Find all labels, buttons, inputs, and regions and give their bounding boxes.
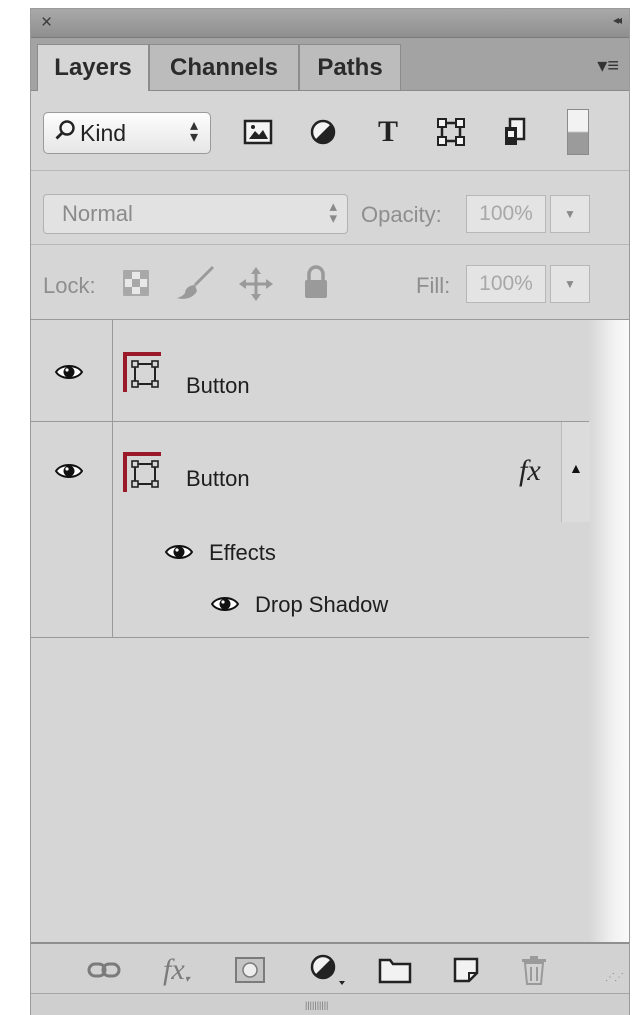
new-group-icon[interactable] xyxy=(378,953,412,987)
add-mask-icon[interactable] xyxy=(235,953,265,987)
layer-row[interactable]: Button fx ▲ Effects Drop Shadow xyxy=(31,422,590,638)
add-layer-style-icon[interactable]: fx ▾ xyxy=(163,953,190,987)
eye-icon[interactable] xyxy=(55,363,83,381)
layers-bottom-toolbar: fx ▾ ⋰⋰ xyxy=(31,942,629,994)
lock-label: Lock: xyxy=(43,273,96,298)
panel-resize-grip[interactable]: |||||||||| xyxy=(31,994,629,1015)
lock-position-icon[interactable] xyxy=(239,267,273,306)
shape-layer-thumbnail-icon xyxy=(123,352,161,392)
lock-all-icon[interactable] xyxy=(303,265,329,304)
layers-list: Button Button fx ▲ Effects Drop Shadow xyxy=(31,320,629,942)
smart-object-filter-icon[interactable] xyxy=(499,115,533,149)
layers-scrollbar[interactable] xyxy=(589,320,629,942)
blend-row: Normal ▴ ▾ Opacity: 100% ▼ xyxy=(31,171,629,245)
layer-visibility-cell xyxy=(31,320,113,421)
blend-mode-label: Normal xyxy=(62,201,133,226)
tab-layers[interactable]: Layers xyxy=(37,44,149,91)
eye-icon[interactable] xyxy=(211,595,239,613)
search-icon xyxy=(54,119,76,147)
collapse-arrow-icon: ▲ xyxy=(569,460,583,476)
effects-expander-button[interactable]: ▲ xyxy=(561,422,590,522)
lock-transparent-pixels-icon[interactable] xyxy=(123,270,149,301)
new-adjustment-layer-icon[interactable] xyxy=(309,953,347,987)
panel-tabs: Layers Channels Paths ▾≡ xyxy=(31,38,629,91)
select-arrows-icon: ▴ ▾ xyxy=(329,198,337,227)
blend-mode-select[interactable]: Normal ▴ ▾ xyxy=(43,194,348,234)
layer-visibility-cell xyxy=(31,422,113,637)
panel-titlebar: × ◂◂ xyxy=(31,9,629,38)
link-layers-icon[interactable] xyxy=(87,953,121,987)
close-icon[interactable]: × xyxy=(41,12,52,34)
layer-effects-icon[interactable]: fx xyxy=(519,454,541,488)
layer-name: Button xyxy=(186,466,250,491)
shape-layer-filter-icon[interactable] xyxy=(434,115,468,149)
resize-corner-icon[interactable]: ⋰⋰ xyxy=(605,970,624,984)
fill-dropdown-button[interactable]: ▼ xyxy=(550,265,590,303)
filter-toggle-switch[interactable] xyxy=(567,109,589,155)
delete-layer-icon[interactable] xyxy=(521,953,547,987)
eye-icon[interactable] xyxy=(165,543,193,561)
panel-menu-icon[interactable]: ▾≡ xyxy=(597,53,619,78)
lock-image-pixels-icon[interactable] xyxy=(175,265,215,306)
collapse-icon[interactable]: ◂◂ xyxy=(613,13,622,27)
new-layer-icon[interactable] xyxy=(452,953,480,987)
tab-paths[interactable]: Paths xyxy=(299,44,401,90)
effects-label: Effects xyxy=(209,540,276,565)
fill-field[interactable]: 100% xyxy=(466,265,546,303)
fill-label: Fill: xyxy=(416,273,451,298)
filter-row: Kind ▴ ▾ T xyxy=(31,91,629,171)
pixel-layer-filter-icon[interactable] xyxy=(241,115,275,149)
opacity-field[interactable]: 100% xyxy=(466,195,546,233)
layer-name: Button xyxy=(186,373,250,398)
lock-row: Lock: Fill: 100% ▼ xyxy=(31,245,629,320)
layer-row[interactable]: Button xyxy=(31,320,589,422)
kind-filter-select[interactable]: Kind ▴ ▾ xyxy=(43,112,211,154)
effect-name[interactable]: Drop Shadow xyxy=(255,592,388,618)
shape-layer-thumbnail-icon xyxy=(123,452,161,492)
tab-channels[interactable]: Channels xyxy=(149,44,299,90)
opacity-dropdown-button[interactable]: ▼ xyxy=(550,195,590,233)
eye-icon[interactable] xyxy=(55,462,83,480)
grip-icon: |||||||||| xyxy=(305,1000,329,1010)
type-layer-filter-icon[interactable]: T xyxy=(371,115,405,149)
layers-panel: × ◂◂ Layers Channels Paths ▾≡ Kind ▴▾ T xyxy=(30,8,630,1015)
kind-label: Kind xyxy=(80,119,127,146)
adjustment-layer-filter-icon[interactable] xyxy=(306,115,340,149)
select-arrows-icon: ▴ ▾ xyxy=(189,117,198,146)
opacity-label: Opacity: xyxy=(361,202,442,227)
